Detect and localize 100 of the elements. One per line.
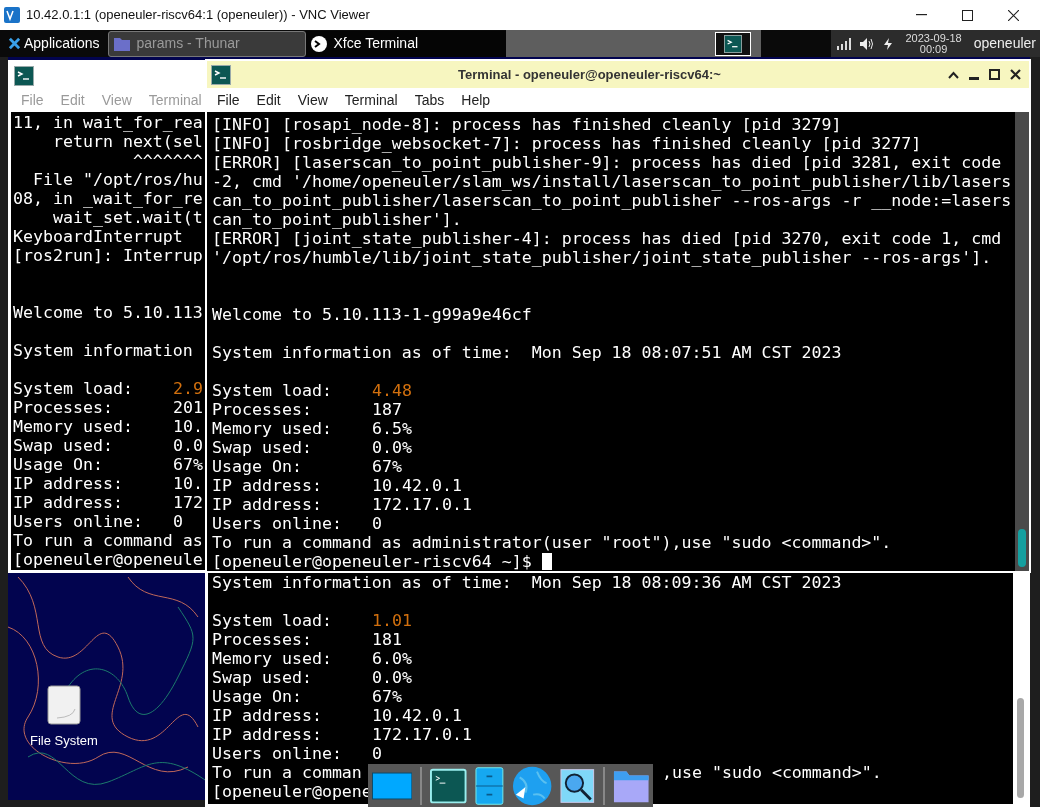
stat-value: 172 bbox=[173, 493, 203, 512]
terminal-line: Welcome to 5.10.113 bbox=[13, 303, 203, 322]
stat-label: IP address: bbox=[212, 725, 323, 744]
globe-icon[interactable] bbox=[511, 764, 552, 807]
desktop-icon-label[interactable]: File System bbox=[30, 731, 98, 751]
stat-value: 1.01 bbox=[372, 611, 412, 630]
close-icon bbox=[1007, 9, 1019, 21]
stat-label: Users online: bbox=[13, 512, 144, 531]
terminal-icon bbox=[723, 34, 742, 53]
stat-label: IP address: bbox=[212, 495, 323, 514]
stat-label: IP address: bbox=[13, 474, 124, 493]
stat-label: IP address: bbox=[13, 493, 124, 512]
stat-value: 0.0% bbox=[372, 438, 412, 457]
shell-prompt: [openeuler@openeuler-riscv64 ~]$ bbox=[212, 552, 533, 571]
stat-value: 201 bbox=[173, 398, 203, 417]
menu-item[interactable]: Edit bbox=[256, 89, 281, 111]
stat-value: 10. bbox=[173, 474, 203, 493]
window-title: 10.42.0.1:1 (openeuler-riscv64:1 (openeuler)) - VNC Viewer bbox=[26, 6, 370, 25]
applications-menu-button[interactable]: Applications bbox=[0, 30, 108, 57]
terminal-line: 11, in wait_for_rea bbox=[13, 113, 203, 132]
stat-value: 0.0% bbox=[372, 668, 412, 687]
terminal-line: ,use "sudo <command>". bbox=[662, 763, 882, 782]
stat-value: 172.17.0.1 bbox=[372, 725, 472, 744]
terminal-line: System information as of time: Mon Sep 18 08:07:51 AM CST 2023 bbox=[212, 343, 842, 362]
drive-icon bbox=[46, 685, 81, 725]
stat-value: 0 bbox=[372, 514, 382, 533]
signal-icon bbox=[837, 37, 852, 50]
caret-icon[interactable] bbox=[948, 70, 959, 79]
stat-value: 67% bbox=[173, 455, 203, 474]
terminal-line: ^^^^^^^ bbox=[131, 151, 203, 170]
user-name: openeuler bbox=[973, 34, 1036, 53]
terminal-line: [INFO] [rosbridge_websocket-7]: process has finished cleanly [pid 3277] bbox=[212, 134, 922, 153]
terminal-line: System information as of time: Mon Sep 18 08:09:36 AM CST 2023 bbox=[212, 573, 842, 592]
scrollbar-thumb[interactable] bbox=[1018, 529, 1026, 567]
stat-label: Usage On: bbox=[13, 455, 104, 474]
stat-label: Processes: bbox=[13, 398, 114, 417]
stat-label: IP address: bbox=[212, 476, 323, 495]
terminal-icon[interactable] bbox=[430, 767, 467, 804]
stat-value: 10.42.0.1 bbox=[372, 476, 462, 495]
stat-value: 6.5% bbox=[372, 419, 412, 438]
menu-item[interactable]: Terminal bbox=[344, 89, 398, 111]
terminal-line: [openeuler@opene bbox=[212, 782, 372, 801]
stat-label: Users online: bbox=[212, 744, 343, 763]
terminal-line: can_to_point_publisher']. bbox=[212, 210, 462, 229]
taskbar-button[interactable]: params - Thunar bbox=[107, 30, 306, 57]
window-title: Terminal - openeuler@openeuler-riscv64:~ bbox=[457, 65, 722, 84]
terminal-line: 08, in _wait_for_re bbox=[13, 189, 203, 208]
magnifier-icon[interactable] bbox=[560, 767, 595, 804]
stat-label: Processes: bbox=[212, 400, 313, 419]
stat-label: Memory used: bbox=[13, 417, 134, 436]
terminal-line: [ERROR] [laserscan_to_point_publisher-9]: process has died [pid 3281, exit code bbox=[212, 153, 1002, 172]
terminal-line: [openeuler@openeule bbox=[13, 550, 203, 569]
stat-label: System load: bbox=[212, 611, 333, 630]
terminal-line: [ros2run]: Interrup bbox=[13, 246, 203, 265]
stat-label: Swap used: bbox=[212, 668, 313, 687]
menu-item[interactable]: File bbox=[217, 89, 240, 111]
volume-icon bbox=[859, 36, 876, 51]
scrollbar-thumb[interactable] bbox=[1016, 698, 1024, 798]
stat-value: 0 bbox=[372, 744, 382, 763]
taskbar-button[interactable]: Xfce Terminal bbox=[305, 30, 506, 57]
terminal-line: File "/opt/ros/hu bbox=[31, 170, 203, 189]
lightning-icon bbox=[883, 37, 894, 50]
terminal-line: -2, cmd '/home/openeuler/slam_ws/install/laserscan_to_point_publisher/lib/lasers bbox=[212, 172, 1012, 191]
stat-label: Usage On: bbox=[212, 457, 303, 476]
terminal-icon bbox=[309, 34, 328, 53]
stat-value: 2.9 bbox=[173, 379, 203, 398]
terminal-line: To run a command as administrator(user "root"),use "sudo <command>". bbox=[212, 533, 892, 552]
maximize-icon[interactable] bbox=[989, 69, 1000, 80]
stat-label: Swap used: bbox=[13, 436, 114, 455]
menu-item[interactable]: Help bbox=[461, 89, 491, 111]
stat-label: System load: bbox=[212, 381, 333, 400]
terminal-line: wait_set.wait(t bbox=[51, 208, 203, 227]
terminal-line: To run a command as bbox=[13, 531, 203, 550]
close-icon[interactable] bbox=[1010, 69, 1021, 80]
cabinet-icon[interactable] bbox=[474, 765, 504, 806]
desktop-icon[interactable] bbox=[372, 771, 413, 800]
stat-label: Swap used: bbox=[212, 438, 313, 457]
stat-label: Users online: bbox=[212, 514, 343, 533]
stat-value: 67% bbox=[372, 457, 402, 476]
stat-label: Usage On: bbox=[212, 687, 303, 706]
terminal-line: '/opt/ros/humble/lib/joint_state_publisher/joint_state_publisher --ros-args']. bbox=[212, 248, 992, 267]
terminal-line: System information bbox=[13, 341, 193, 360]
terminal-icon bbox=[14, 65, 34, 86]
stat-value: 10. bbox=[173, 417, 203, 436]
stat-value: 172.17.0.1 bbox=[372, 495, 472, 514]
stat-value: 6.0% bbox=[372, 649, 412, 668]
terminal-icon bbox=[211, 64, 231, 85]
terminal-line: To run a comman bbox=[212, 763, 362, 782]
app-logo-icon bbox=[4, 7, 20, 23]
workspace-switcher[interactable] bbox=[714, 31, 751, 56]
folder-icon bbox=[112, 35, 131, 52]
stat-value: 67% bbox=[372, 687, 402, 706]
terminal-line: [INFO] [rosapi_node-8]: process has finished cleanly [pid 3279] bbox=[212, 115, 842, 134]
mouse-logo-icon bbox=[8, 37, 21, 50]
stat-label: Memory used: bbox=[212, 419, 333, 438]
stat-value: 4.48 bbox=[372, 381, 412, 400]
menu-item[interactable]: Tabs bbox=[414, 89, 445, 111]
menu-item[interactable]: View bbox=[297, 89, 328, 111]
terminal-line: KeyboardInterrupt bbox=[13, 227, 183, 246]
maximize-icon bbox=[961, 9, 973, 21]
